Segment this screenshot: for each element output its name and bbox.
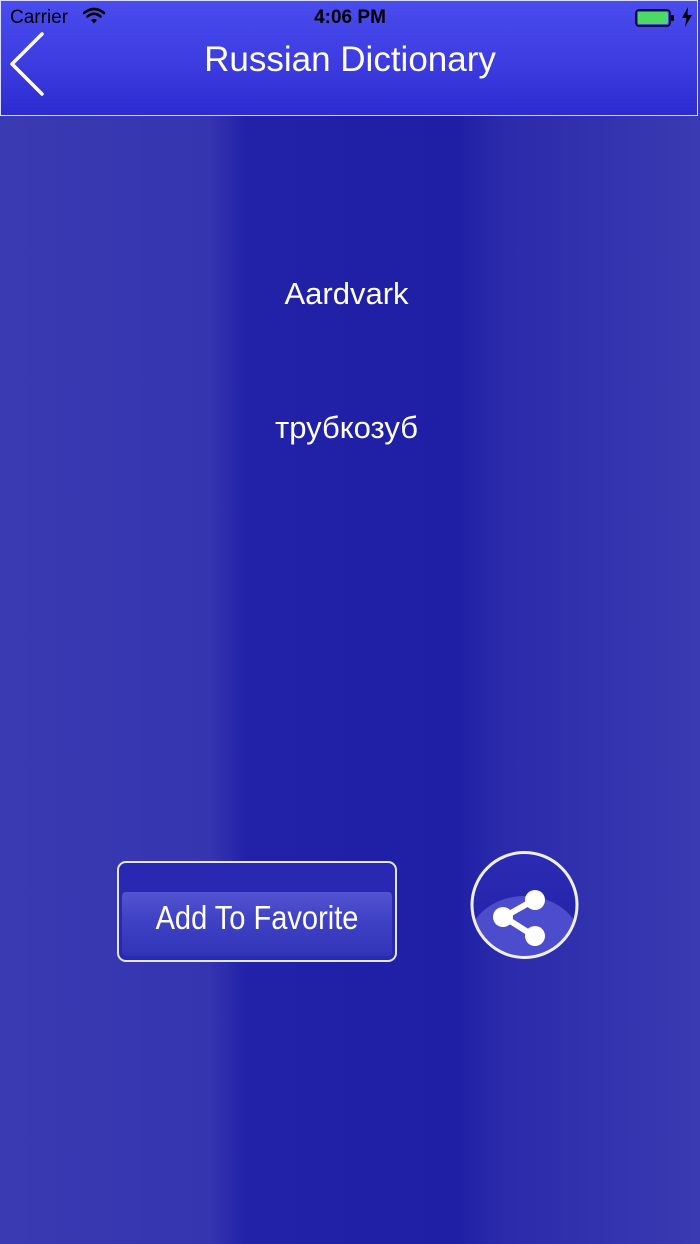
page-title: Russian Dictionary	[204, 40, 496, 79]
english-word: Aardvark	[284, 276, 409, 311]
battery-icon	[635, 9, 675, 32]
charging-bolt-icon	[681, 7, 693, 32]
share-icon	[470, 851, 579, 959]
share-button[interactable]	[470, 848, 579, 962]
add-to-favorite-label: Add To Favorite	[155, 899, 359, 936]
add-to-favorite-button[interactable]: Add To Favorite	[117, 861, 397, 962]
clock-label: 4:06 PM	[314, 7, 386, 28]
russian-translation: трубкозуб	[275, 410, 418, 445]
status-bar: Carrier 4:06 PM	[0, 0, 700, 36]
